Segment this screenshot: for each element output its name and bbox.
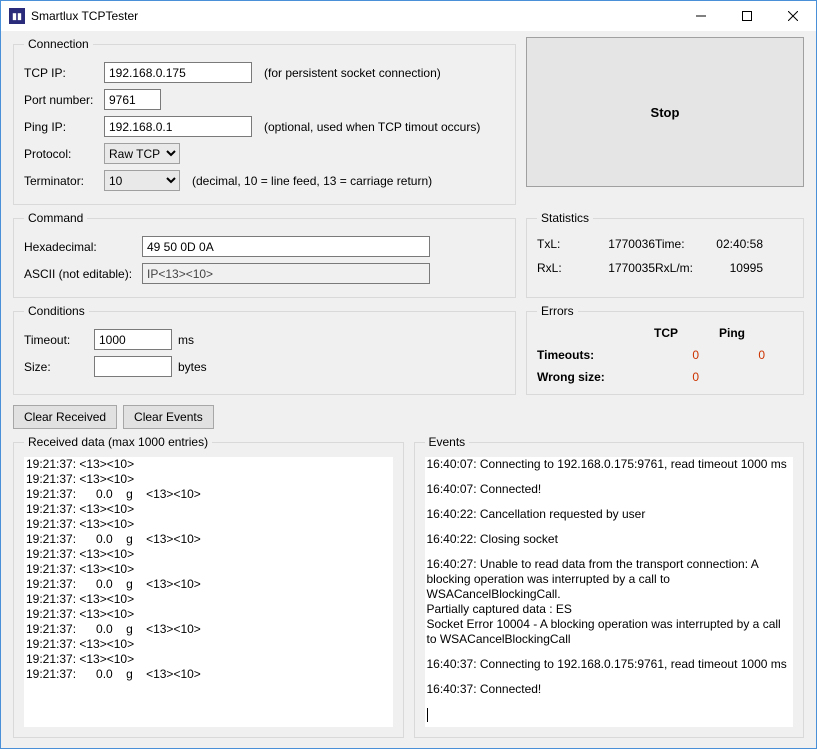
minimize-button[interactable] — [678, 1, 724, 31]
hex-label: Hexadecimal: — [24, 240, 142, 254]
timeouts-tcp-value: 0 — [633, 348, 699, 362]
event-entry: 16:40:22: Cancellation requested by user — [427, 507, 792, 522]
close-icon — [788, 11, 798, 21]
maximize-icon — [742, 11, 752, 21]
client-area: Connection TCP IP: (for persistent socke… — [1, 31, 816, 748]
size-label: Size: — [24, 360, 94, 374]
received-line: 19:21:37: 0.0 g <13><10> — [26, 577, 391, 592]
received-line: 19:21:37: <13><10> — [26, 472, 391, 487]
port-label: Port number: — [24, 93, 104, 107]
maximize-button[interactable] — [724, 1, 770, 31]
event-entry: 16:40:07: Connected! — [427, 482, 792, 497]
terminator-label: Terminator: — [24, 174, 104, 188]
received-line: 19:21:37: 0.0 g <13><10> — [26, 532, 391, 547]
size-input[interactable] — [94, 356, 172, 377]
received-line: 19:21:37: <13><10> — [26, 607, 391, 622]
app-window: ▮▮ Smartlux TCPTester Connection TCP IP:… — [0, 0, 817, 749]
connection-group: Connection TCP IP: (for persistent socke… — [13, 37, 516, 205]
titlebar: ▮▮ Smartlux TCPTester — [1, 1, 816, 31]
received-log[interactable]: 19:21:37: <13><10>19:21:37: <13><10>19:2… — [24, 457, 393, 727]
timeout-unit: ms — [178, 333, 194, 347]
txl-label: TxL: — [537, 237, 583, 251]
command-legend: Command — [24, 211, 87, 225]
rxl-label: RxL: — [537, 261, 583, 275]
errors-ping-header: Ping — [699, 326, 765, 340]
timeouts-label: Timeouts: — [537, 348, 633, 362]
port-input[interactable] — [104, 89, 161, 110]
timeout-input[interactable] — [94, 329, 172, 350]
terminator-select[interactable]: 10 — [104, 170, 180, 191]
statistics-legend: Statistics — [537, 211, 593, 225]
timeouts-ping-value: 0 — [699, 348, 765, 362]
received-legend: Received data (max 1000 entries) — [24, 435, 212, 449]
protocol-label: Protocol: — [24, 147, 104, 161]
stop-button[interactable]: Stop — [526, 37, 804, 187]
protocol-select[interactable]: Raw TCP — [104, 143, 180, 164]
text-cursor — [427, 708, 428, 722]
time-label: Time: — [655, 237, 705, 251]
received-line: 19:21:37: <13><10> — [26, 637, 391, 652]
received-line: 19:21:37: 0.0 g <13><10> — [26, 622, 391, 637]
events-group: Events 16:40:07: Connecting to 192.168.0… — [414, 435, 805, 738]
received-group: Received data (max 1000 entries) 19:21:3… — [13, 435, 404, 738]
size-unit: bytes — [178, 360, 207, 374]
minimize-icon — [696, 11, 706, 21]
ascii-input — [142, 263, 430, 284]
ping-ip-hint: (optional, used when TCP timout occurs) — [264, 120, 480, 134]
conditions-legend: Conditions — [24, 304, 89, 318]
rxlm-label: RxL/m: — [655, 261, 705, 275]
window-title: Smartlux TCPTester — [31, 9, 138, 23]
events-log[interactable]: 16:40:07: Connecting to 192.168.0.175:97… — [425, 457, 794, 727]
event-entry: 16:40:37: Connected! — [427, 682, 792, 697]
received-line: 19:21:37: <13><10> — [26, 652, 391, 667]
time-value: 02:40:58 — [705, 237, 763, 251]
received-line: 19:21:37: 0.0 g <13><10> — [26, 487, 391, 502]
tcp-ip-label: TCP IP: — [24, 66, 104, 80]
wrong-size-tcp-value: 0 — [633, 370, 699, 384]
ping-ip-label: Ping IP: — [24, 120, 104, 134]
received-line: 19:21:37: <13><10> — [26, 517, 391, 532]
terminator-hint: (decimal, 10 = line feed, 13 = carriage … — [192, 174, 432, 188]
conditions-group: Conditions Timeout: ms Size: bytes — [13, 304, 516, 395]
connection-legend: Connection — [24, 37, 93, 51]
tcp-ip-input[interactable] — [104, 62, 252, 83]
command-group: Command Hexadecimal: ASCII (not editable… — [13, 211, 516, 298]
received-line: 19:21:37: <13><10> — [26, 457, 391, 472]
event-entry: 16:40:37: Connecting to 192.168.0.175:97… — [427, 657, 792, 672]
received-line: 19:21:37: <13><10> — [26, 502, 391, 517]
ping-ip-input[interactable] — [104, 116, 252, 137]
errors-legend: Errors — [537, 304, 578, 318]
received-line: 19:21:37: <13><10> — [26, 547, 391, 562]
wrong-size-label: Wrong size: — [537, 370, 633, 384]
event-entry: 16:40:07: Connecting to 192.168.0.175:97… — [427, 457, 792, 472]
received-line: 19:21:37: <13><10> — [26, 562, 391, 577]
clear-received-button[interactable]: Clear Received — [13, 405, 117, 429]
timeout-label: Timeout: — [24, 333, 94, 347]
txl-value: 1770036 — [583, 237, 655, 251]
event-entry: 16:40:27: Unable to read data from the t… — [427, 557, 792, 647]
statistics-group: Statistics TxL: 1770036 Time: 02:40:58 R… — [526, 211, 804, 298]
received-line: 19:21:37: 0.0 g <13><10> — [26, 667, 391, 682]
app-icon: ▮▮ — [9, 8, 25, 24]
rxl-value: 1770035 — [583, 261, 655, 275]
errors-tcp-header: TCP — [633, 326, 699, 340]
errors-group: Errors TCP Ping Timeouts: 0 0 Wrong size… — [526, 304, 804, 395]
ascii-label: ASCII (not editable): — [24, 267, 142, 281]
received-line: 19:21:37: <13><10> — [26, 592, 391, 607]
close-button[interactable] — [770, 1, 816, 31]
tcp-ip-hint: (for persistent socket connection) — [264, 66, 441, 80]
rxlm-value: 10995 — [705, 261, 763, 275]
events-legend: Events — [425, 435, 470, 449]
clear-events-button[interactable]: Clear Events — [123, 405, 214, 429]
event-entry: 16:40:22: Closing socket — [427, 532, 792, 547]
hex-input[interactable] — [142, 236, 430, 257]
